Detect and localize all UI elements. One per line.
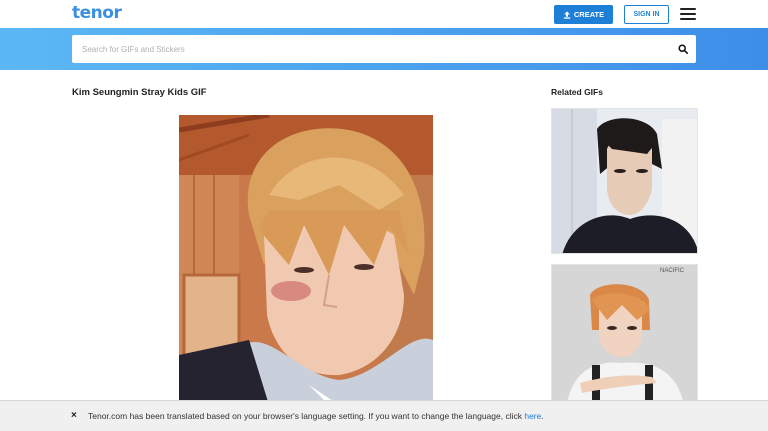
notice-text: Tenor.com has been translated based on y…: [88, 411, 544, 421]
page: tenor CREATE SIGN IN Kim Seungmin Stray …: [0, 0, 768, 431]
related-gif-item[interactable]: [551, 108, 698, 254]
sign-in-button[interactable]: SIGN IN: [624, 5, 669, 24]
create-button[interactable]: CREATE: [554, 5, 613, 24]
related-gif-image: [552, 109, 697, 253]
create-button-label: CREATE: [573, 10, 605, 19]
close-icon[interactable]: ×: [71, 410, 77, 422]
change-language-link[interactable]: here: [524, 411, 541, 421]
search-icon[interactable]: [678, 44, 688, 54]
search-box: [72, 35, 696, 63]
related-gif-image: NACIFIC: [552, 265, 697, 403]
tenor-logo[interactable]: tenor: [72, 3, 122, 23]
top-nav: tenor CREATE SIGN IN: [0, 0, 768, 28]
notice-suffix: .: [541, 411, 544, 421]
language-notice: × Tenor.com has been translated based on…: [0, 400, 768, 431]
upload-icon: [563, 10, 571, 19]
notice-message: Tenor.com has been translated based on y…: [88, 411, 525, 421]
related-gif-item[interactable]: NACIFIC: [551, 264, 698, 404]
related-gifs-title: Related GIFs: [551, 87, 603, 97]
sign-in-label: SIGN IN: [633, 11, 660, 18]
search-input[interactable]: [82, 35, 662, 63]
menu-icon[interactable]: [680, 8, 696, 20]
gif-image: [179, 115, 433, 405]
main-gif[interactable]: [179, 115, 433, 405]
search-band: [0, 28, 768, 70]
gif-title: Kim Seungmin Stray Kids GIF: [72, 87, 207, 98]
related-gif-watermark: NACIFIC: [660, 268, 685, 274]
